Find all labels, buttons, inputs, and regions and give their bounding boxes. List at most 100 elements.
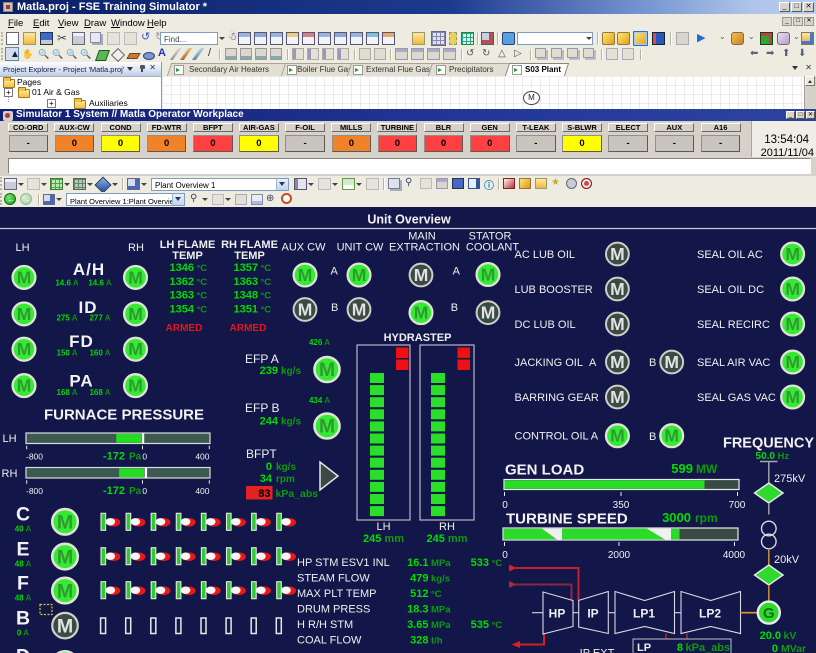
svg-text:AC LUB OIL: AC LUB OIL [515, 249, 576, 261]
svg-text:14.6 A: 14.6 A [88, 279, 112, 288]
svg-text:-800: -800 [26, 486, 43, 496]
svg-text:MPa: MPa [431, 620, 451, 631]
svg-text:1346: 1346 [170, 262, 194, 274]
svg-text:328: 328 [410, 635, 428, 647]
svg-text:-172: -172 [103, 451, 125, 463]
svg-text:ARMED: ARMED [166, 323, 203, 334]
svg-text:FURNACE PRESSURE: FURNACE PRESSURE [44, 407, 204, 424]
svg-text:-800: -800 [26, 452, 43, 462]
svg-text:Hz: Hz [778, 451, 790, 462]
svg-text:°C: °C [431, 589, 442, 600]
svg-text:DC LUB OIL: DC LUB OIL [515, 319, 576, 331]
svg-text:TEMP: TEMP [172, 250, 203, 262]
svg-text:°C: °C [492, 558, 503, 569]
svg-text:SEAL OIL DC: SEAL OIL DC [697, 284, 764, 296]
svg-text:LH: LH [376, 521, 390, 533]
svg-text:275kV: 275kV [774, 473, 806, 485]
svg-text:°C: °C [197, 277, 208, 288]
svg-text:kg/s: kg/s [281, 366, 301, 377]
svg-text:kg/s: kg/s [281, 417, 301, 428]
svg-text:BARRING GEAR: BARRING GEAR [515, 392, 599, 404]
svg-text:599: 599 [671, 461, 693, 476]
svg-text:°C: °C [261, 291, 272, 302]
svg-text:EFP B: EFP B [245, 401, 279, 415]
svg-text:RH: RH [2, 468, 18, 480]
svg-text:E: E [16, 538, 29, 560]
svg-text:COAL FLOW: COAL FLOW [297, 635, 362, 647]
svg-text:ARMED: ARMED [230, 323, 267, 334]
svg-text:18.3: 18.3 [407, 604, 428, 616]
svg-text:LP: LP [637, 642, 651, 653]
svg-text:34: 34 [260, 473, 273, 485]
svg-text:479: 479 [410, 573, 428, 585]
svg-text:kPa_abs: kPa_abs [686, 642, 731, 653]
svg-text:F: F [17, 572, 29, 594]
svg-text:4000: 4000 [723, 550, 746, 561]
svg-text:B: B [649, 431, 656, 443]
svg-text:245 mm: 245 mm [427, 533, 468, 545]
svg-text:kg/s: kg/s [431, 574, 450, 585]
svg-text:EFP A: EFP A [245, 352, 279, 366]
svg-text:0 A: 0 A [17, 628, 29, 637]
svg-text:0: 0 [266, 461, 272, 473]
svg-text:3.65: 3.65 [407, 619, 428, 631]
svg-text:48 A: 48 A [15, 593, 32, 602]
svg-text:°C: °C [261, 277, 272, 288]
svg-text:Pa: Pa [129, 452, 142, 463]
svg-text:400: 400 [195, 486, 209, 496]
svg-text:B: B [451, 302, 458, 314]
svg-text:16.1: 16.1 [407, 557, 428, 569]
svg-text:20kV: 20kV [774, 554, 800, 566]
svg-text:1348: 1348 [234, 290, 258, 302]
svg-text:512: 512 [410, 588, 428, 600]
svg-text:244: 244 [260, 416, 279, 428]
svg-text:Pa: Pa [129, 486, 142, 497]
svg-text:MAX PLT TEMP: MAX PLT TEMP [297, 588, 376, 600]
svg-text:700: 700 [729, 500, 746, 511]
svg-text:kPa_abs: kPa_abs [276, 488, 319, 500]
svg-text:IP EXT: IP EXT [580, 648, 615, 653]
svg-text:-172: -172 [103, 485, 125, 497]
svg-text:LUB BOOSTER: LUB BOOSTER [515, 284, 593, 296]
svg-text:168 A: 168 A [89, 388, 110, 397]
svg-text:0: 0 [142, 486, 147, 496]
svg-text:14.6 A: 14.6 A [55, 279, 79, 288]
svg-text:GEN LOAD: GEN LOAD [505, 462, 584, 479]
svg-text:JACKING OIL: JACKING OIL [515, 357, 583, 369]
svg-text:CONTROL OIL A: CONTROL OIL A [515, 431, 599, 443]
svg-text:245 mm: 245 mm [363, 533, 404, 545]
svg-text:1351: 1351 [234, 303, 258, 315]
svg-text:MPa: MPa [431, 558, 451, 569]
svg-text:°C: °C [261, 304, 272, 315]
svg-text:BFPT: BFPT [246, 447, 277, 461]
svg-text:0: 0 [772, 643, 778, 653]
svg-text:COOLANT: COOLANT [466, 242, 519, 254]
svg-text:400: 400 [195, 452, 209, 462]
svg-text:kg/s: kg/s [276, 462, 296, 473]
svg-text:°C: °C [197, 304, 208, 315]
svg-text:0: 0 [502, 550, 508, 561]
svg-text:3000: 3000 [662, 510, 691, 525]
svg-text:B: B [649, 357, 656, 369]
svg-text:0: 0 [142, 452, 147, 462]
svg-text:277 A: 277 A [89, 314, 110, 323]
svg-text:168 A: 168 A [56, 388, 77, 397]
svg-text:H R/H STM: H R/H STM [297, 619, 353, 631]
svg-text:275 A: 275 A [56, 314, 77, 323]
svg-text:B: B [331, 302, 338, 314]
svg-text:A/H: A/H [73, 260, 105, 279]
svg-text:1357: 1357 [234, 262, 258, 274]
svg-text:8: 8 [677, 642, 683, 653]
svg-text:HP STM ESV1 INL: HP STM ESV1 INL [297, 557, 390, 569]
svg-text:239: 239 [260, 365, 278, 377]
svg-text:160 A: 160 A [89, 349, 110, 358]
svg-text:EXTRACTION: EXTRACTION [389, 242, 460, 254]
svg-text:1363: 1363 [170, 290, 194, 302]
svg-text:°C: °C [492, 620, 503, 631]
svg-text:2000: 2000 [608, 550, 631, 561]
svg-text:Unit Overview: Unit Overview [367, 213, 451, 227]
svg-text:TURBINE SPEED: TURBINE SPEED [506, 511, 628, 528]
svg-text:MVar: MVar [781, 643, 806, 653]
svg-text:rpm: rpm [695, 511, 718, 525]
svg-text:rpm: rpm [276, 474, 295, 485]
